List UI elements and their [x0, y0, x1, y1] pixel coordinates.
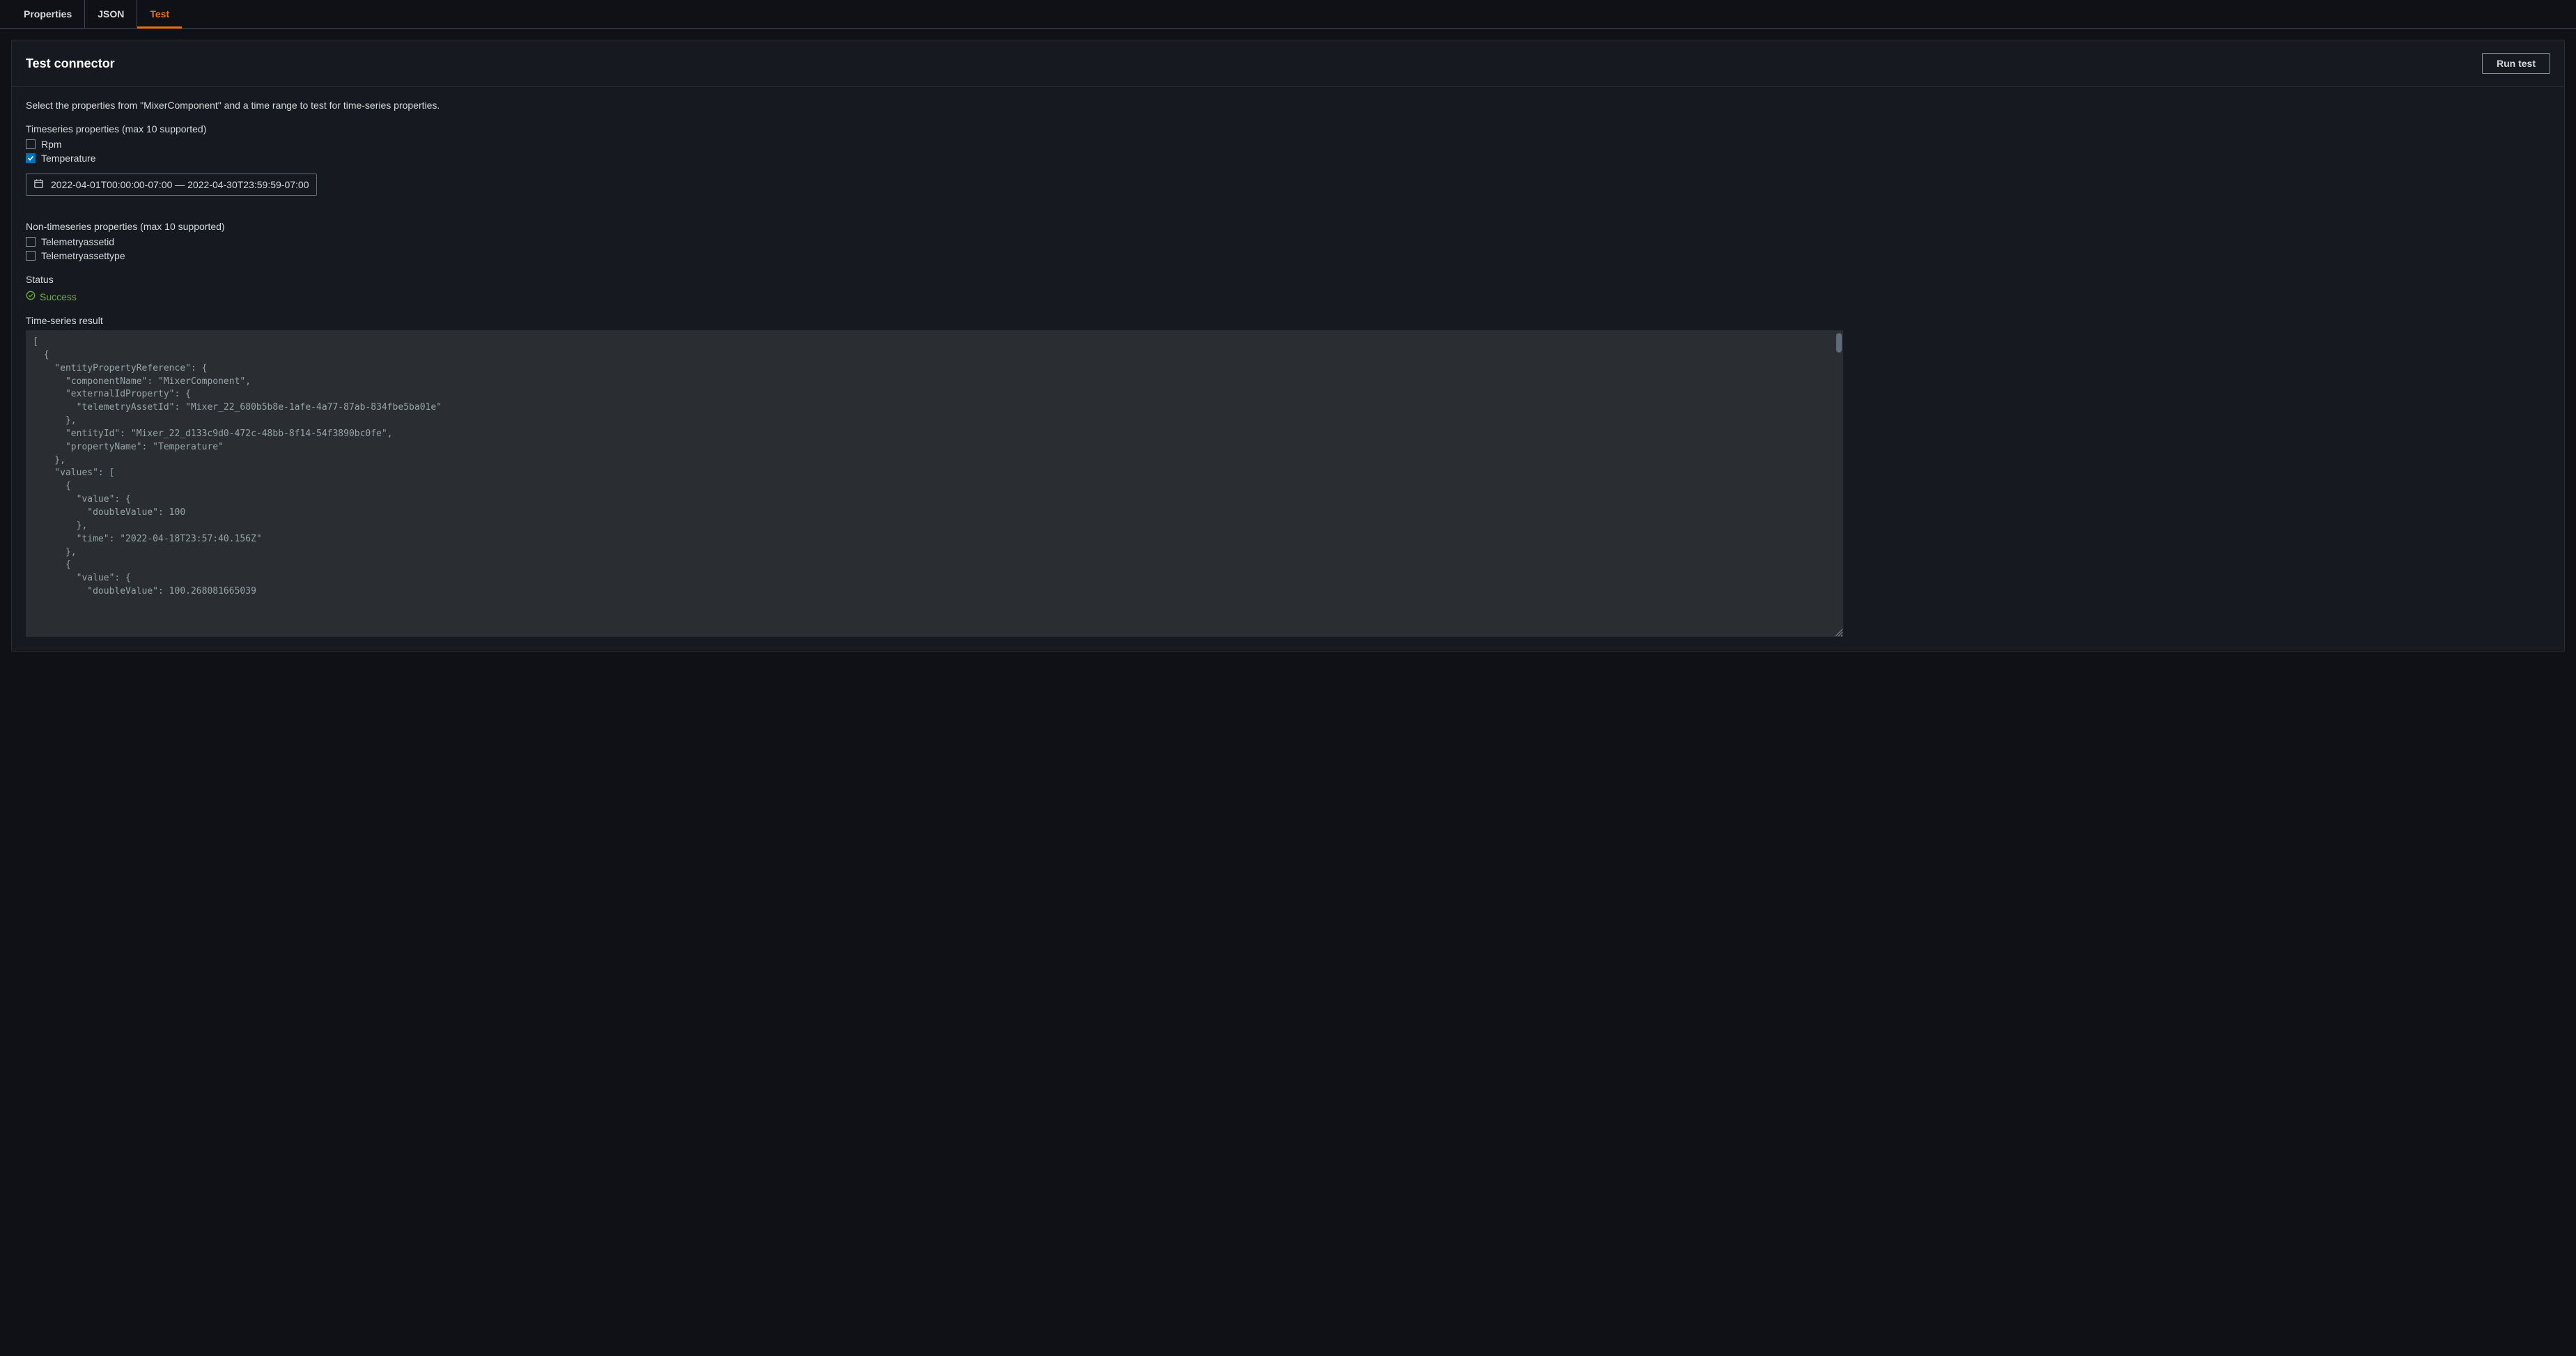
status-text: Success — [40, 291, 77, 302]
non-timeseries-label: Non-timeseries properties (max 10 suppor… — [26, 221, 2550, 232]
result-label: Time-series result — [26, 315, 2550, 326]
run-test-button[interactable]: Run test — [2482, 53, 2550, 74]
tab-test[interactable]: Test — [137, 0, 182, 28]
checkbox-telemetryassettype[interactable] — [26, 251, 36, 261]
date-range-picker[interactable]: 2022-04-01T00:00:00-07:00 — 2022-04-30T2… — [26, 174, 317, 196]
status-value: Success — [26, 291, 77, 302]
checkbox-telemetryassetid[interactable] — [26, 237, 36, 247]
calendar-icon — [33, 178, 44, 191]
timeseries-group: Timeseries properties (max 10 supported)… — [26, 123, 2550, 208]
non-timeseries-group: Non-timeseries properties (max 10 suppor… — [26, 221, 2550, 261]
checkbox-rpm[interactable] — [26, 139, 36, 149]
timeseries-label: Timeseries properties (max 10 supported) — [26, 123, 2550, 134]
panel-title: Test connector — [26, 56, 115, 71]
tab-properties[interactable]: Properties — [11, 0, 85, 28]
result-textarea[interactable]: [ { "entityPropertyReference": { "compon… — [26, 330, 1843, 637]
result-scrollbar[interactable] — [1836, 333, 1842, 353]
checkbox-temperature-row[interactable]: Temperature — [26, 153, 2550, 164]
panel-header: Test connector Run test — [12, 40, 2564, 87]
result-wrapper: [ { "entityPropertyReference": { "compon… — [26, 330, 1843, 637]
date-range-value: 2022-04-01T00:00:00-07:00 — 2022-04-30T2… — [51, 179, 309, 190]
checkbox-telemetryassetid-label: Telemetryassetid — [41, 236, 114, 247]
checkbox-telemetryassetid-row[interactable]: Telemetryassetid — [26, 236, 2550, 247]
panel-body: Select the properties from "MixerCompone… — [12, 87, 2564, 651]
test-connector-panel: Test connector Run test Select the prope… — [11, 40, 2565, 652]
checkbox-rpm-label: Rpm — [41, 139, 62, 150]
checkbox-telemetryassettype-label: Telemetryassettype — [41, 250, 125, 261]
panel-description: Select the properties from "MixerCompone… — [26, 100, 2550, 111]
checkbox-rpm-row[interactable]: Rpm — [26, 139, 2550, 150]
checkbox-temperature[interactable] — [26, 153, 36, 163]
resize-handle-icon[interactable] — [1833, 627, 1843, 637]
success-icon — [26, 291, 36, 302]
result-group: Time-series result [ { "entityPropertyRe… — [26, 315, 2550, 637]
tabs-bar: Properties JSON Test — [0, 0, 2576, 29]
status-label: Status — [26, 274, 2550, 285]
status-group: Status Success — [26, 274, 2550, 302]
checkbox-temperature-label: Temperature — [41, 153, 96, 164]
checkbox-telemetryassettype-row[interactable]: Telemetryassettype — [26, 250, 2550, 261]
tab-json[interactable]: JSON — [85, 0, 137, 28]
